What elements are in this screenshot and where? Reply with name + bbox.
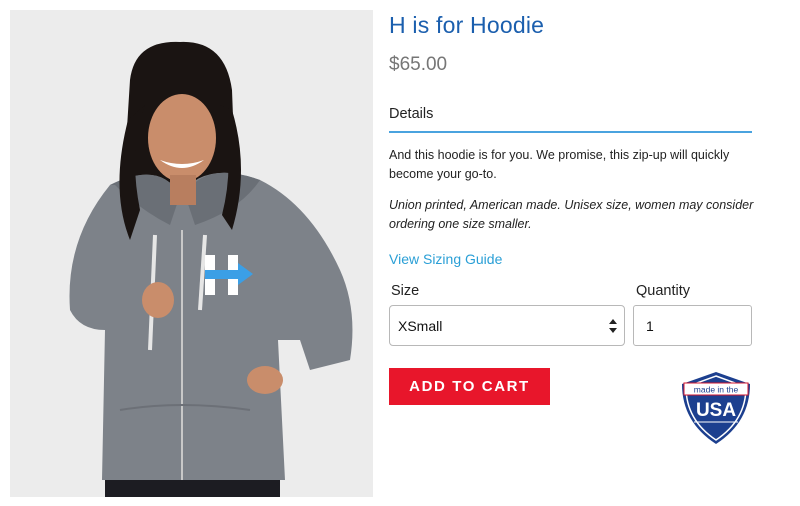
sizing-guide-link[interactable]: View Sizing Guide [389, 251, 502, 267]
product-title: H is for Hoodie [389, 12, 545, 38]
add-to-cart-button[interactable]: ADD TO CART [389, 368, 550, 405]
badge-made-in-text: made in the [694, 385, 739, 395]
model-wearing-hoodie-image [10, 10, 373, 497]
product-description: And this hoodie is for you. We promise, … [389, 148, 730, 181]
details-divider [389, 131, 752, 133]
size-select[interactable]: XSmall [389, 305, 625, 346]
quantity-value: 1 [646, 318, 654, 334]
quantity-label: Quantity [636, 283, 690, 299]
made-in-usa-badge-icon: made in the USA [682, 372, 750, 444]
tab-details[interactable]: Details [389, 106, 433, 122]
product-photo[interactable] [10, 10, 373, 497]
select-arrows-icon [609, 319, 617, 333]
product-price: $65.00 [389, 54, 448, 75]
badge-usa-text: USA [696, 400, 736, 421]
size-label: Size [391, 283, 420, 299]
quantity-input[interactable]: 1 [633, 305, 752, 346]
product-note: Union printed, American made. Unisex siz… [389, 198, 754, 231]
size-selected-value: XSmall [398, 318, 443, 334]
